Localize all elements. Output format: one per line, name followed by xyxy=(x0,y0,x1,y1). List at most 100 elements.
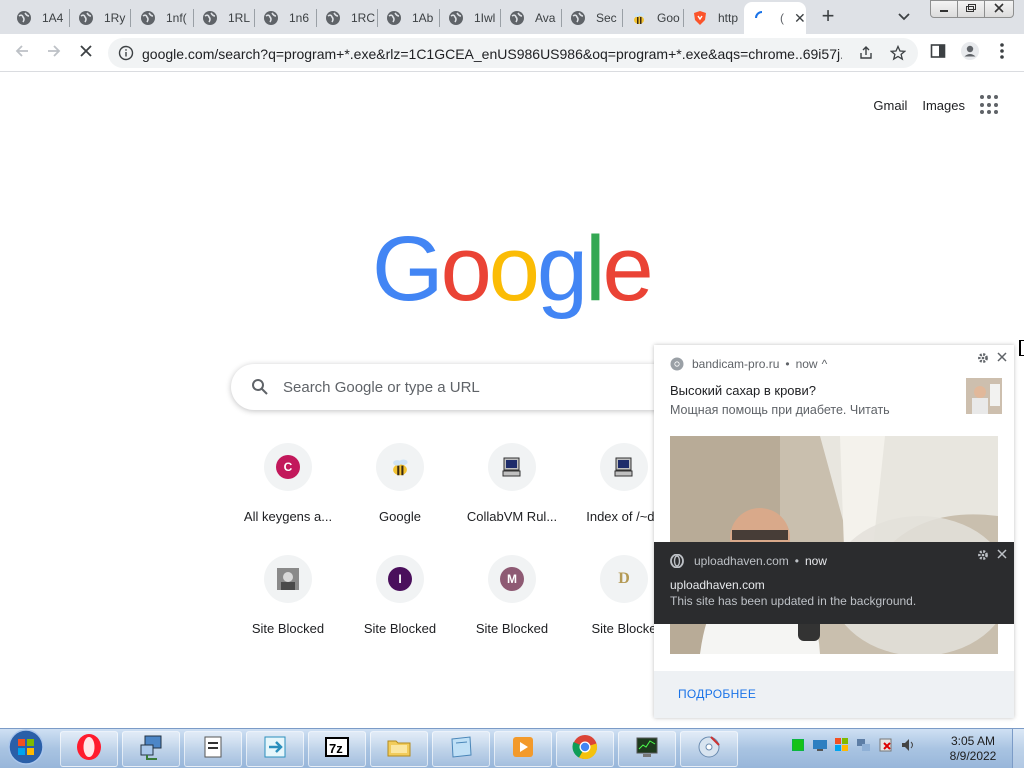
notification-title: Высокий сахар в крови? xyxy=(670,383,816,398)
address-bar[interactable]: google.com/search?q=program+*.exe&rlz=1C… xyxy=(108,38,918,68)
profile-button[interactable] xyxy=(958,41,982,65)
close-icon[interactable] xyxy=(995,548,1009,562)
browser-tab[interactable]: 1Iwl xyxy=(438,4,498,32)
letter-i-icon: I xyxy=(388,567,412,591)
system-tray xyxy=(790,737,916,753)
browser-tab[interactable]: http xyxy=(682,4,742,32)
chrome-small-icon xyxy=(670,357,684,371)
info-icon[interactable] xyxy=(118,45,134,61)
chevron-up-icon[interactable]: ^ xyxy=(822,357,828,371)
tab-title: 1RC xyxy=(351,11,375,25)
browser-tab[interactable]: Goo xyxy=(621,4,681,32)
svg-text:7z: 7z xyxy=(329,741,343,756)
opera-icon xyxy=(670,554,684,568)
taskbar-app-network[interactable] xyxy=(122,731,180,767)
browser-tab[interactable]: Sec xyxy=(560,4,620,32)
globe-icon xyxy=(140,10,156,26)
restore-icon xyxy=(965,0,977,18)
shortcut-favicon: I xyxy=(376,555,424,603)
windows-orb-icon xyxy=(7,728,45,768)
address-url[interactable]: google.com/search?q=program+*.exe&rlz=1C… xyxy=(142,46,842,62)
tab-title: Sec xyxy=(596,11,617,25)
images-link[interactable]: Images xyxy=(922,98,965,113)
browser-tab[interactable]: 1n6 xyxy=(253,4,313,32)
letter-c-icon: C xyxy=(276,455,300,479)
share-icon[interactable] xyxy=(858,45,874,61)
browser-tab-active[interactable]: ( ✕ xyxy=(744,2,806,34)
search-placeholder: Search Google or type a URL xyxy=(283,379,480,396)
computer-icon xyxy=(488,443,536,491)
display-tray-icon[interactable] xyxy=(812,737,828,753)
browser-tab[interactable]: Ava xyxy=(499,4,559,32)
new-tab-button[interactable]: + xyxy=(816,5,840,29)
browser-tab[interactable]: 1Ry xyxy=(68,4,128,32)
minimize-button[interactable] xyxy=(930,0,958,18)
notification-header: uploadhaven.com • now xyxy=(670,554,827,568)
taskbar-app-notes[interactable] xyxy=(432,731,490,767)
taskbar-app-transfer[interactable] xyxy=(246,731,304,767)
close-window-button[interactable] xyxy=(984,0,1014,18)
browser-tab[interactable]: 1A4 xyxy=(6,4,66,32)
shortcut-tile[interactable]: Google xyxy=(344,443,456,524)
network-tray-icon[interactable] xyxy=(856,737,872,753)
green-status-icon[interactable] xyxy=(790,737,806,753)
shortcut-tile[interactable]: I Site Blocked xyxy=(344,555,456,636)
close-icon xyxy=(78,43,94,64)
globe-icon xyxy=(16,10,32,26)
close-icon[interactable] xyxy=(995,351,1009,365)
globe-icon xyxy=(448,10,464,26)
gear-icon[interactable] xyxy=(976,548,990,562)
globe-icon xyxy=(78,10,94,26)
ad-notification-card[interactable]: bandicam-pro.ru • now ^ Высокий сахар в … xyxy=(654,345,1014,718)
shortcut-tile[interactable]: C All keygens a... xyxy=(232,443,344,524)
opera-icon xyxy=(75,733,103,766)
browser-menu-button[interactable] xyxy=(990,41,1014,65)
side-panel-button[interactable] xyxy=(926,41,950,65)
notification-header: bandicam-pro.ru • now ^ xyxy=(670,357,827,371)
taskbar-app-explorer[interactable] xyxy=(370,731,428,767)
start-button[interactable] xyxy=(2,728,50,768)
tab-title: 1Ab xyxy=(412,11,434,25)
computer-icon xyxy=(600,443,648,491)
google-apps-icon[interactable] xyxy=(980,95,1000,115)
browser-tab[interactable]: 1nf( xyxy=(130,4,190,32)
volume-icon[interactable] xyxy=(900,737,916,753)
taskbar-clock[interactable]: 3:05 AM 8/9/2022 xyxy=(938,734,1008,764)
shortcut-tile[interactable]: CollabVM Rul... xyxy=(456,443,568,524)
taskbar-app-disc-tool[interactable] xyxy=(680,731,738,767)
restore-button[interactable] xyxy=(957,0,985,18)
star-bookmark-icon[interactable] xyxy=(890,45,906,61)
back-button[interactable] xyxy=(10,41,34,65)
tab-title: ( xyxy=(780,11,784,25)
shortcut-tile[interactable]: M Site Blocked xyxy=(456,555,568,636)
tab-close-button[interactable]: ✕ xyxy=(794,10,806,26)
update-notification-card[interactable]: uploadhaven.com • now uploadhaven.com Th… xyxy=(654,542,1014,624)
taskbar-app-monitor[interactable] xyxy=(618,731,676,767)
letter-d-icon: D xyxy=(612,567,636,591)
gmail-link[interactable]: Gmail xyxy=(873,98,907,113)
learn-more-button[interactable]: ПОДРОБНЕЕ xyxy=(678,687,756,701)
taskbar-app-chrome[interactable] xyxy=(556,731,614,767)
taskbar-app-opera[interactable] xyxy=(60,731,118,767)
security-flag-icon[interactable] xyxy=(834,737,850,753)
shortcut-label: All keygens a... xyxy=(243,509,333,524)
taskbar-app-notepad[interactable] xyxy=(184,731,242,767)
forward-button[interactable] xyxy=(42,41,66,65)
tab-title: Goo xyxy=(657,11,680,25)
gear-icon[interactable] xyxy=(976,351,990,365)
taskbar-app-7zip[interactable]: 7z xyxy=(308,731,366,767)
kebab-menu-icon xyxy=(999,42,1005,65)
globe-icon xyxy=(202,10,218,26)
action-center-icon[interactable] xyxy=(878,737,894,753)
tab-search-button[interactable] xyxy=(894,8,914,26)
taskbar-app-media-player[interactable] xyxy=(494,731,552,767)
browser-tab[interactable]: 1Ab xyxy=(376,4,436,32)
shortcut-tile[interactable]: Site Blocked xyxy=(232,555,344,636)
browser-tab[interactable]: 1RL xyxy=(192,4,252,32)
browser-tab[interactable]: 1RC xyxy=(315,4,375,32)
notification-thumbnail xyxy=(966,378,1002,414)
separator-dot: • xyxy=(794,554,799,568)
stop-loading-button[interactable] xyxy=(74,41,98,65)
tab-strip: 1A4 1Ry 1nf( 1RL 1n6 1RC 1Ab 1Iwl Ava Se… xyxy=(0,0,1024,34)
show-desktop-button[interactable] xyxy=(1012,729,1024,768)
